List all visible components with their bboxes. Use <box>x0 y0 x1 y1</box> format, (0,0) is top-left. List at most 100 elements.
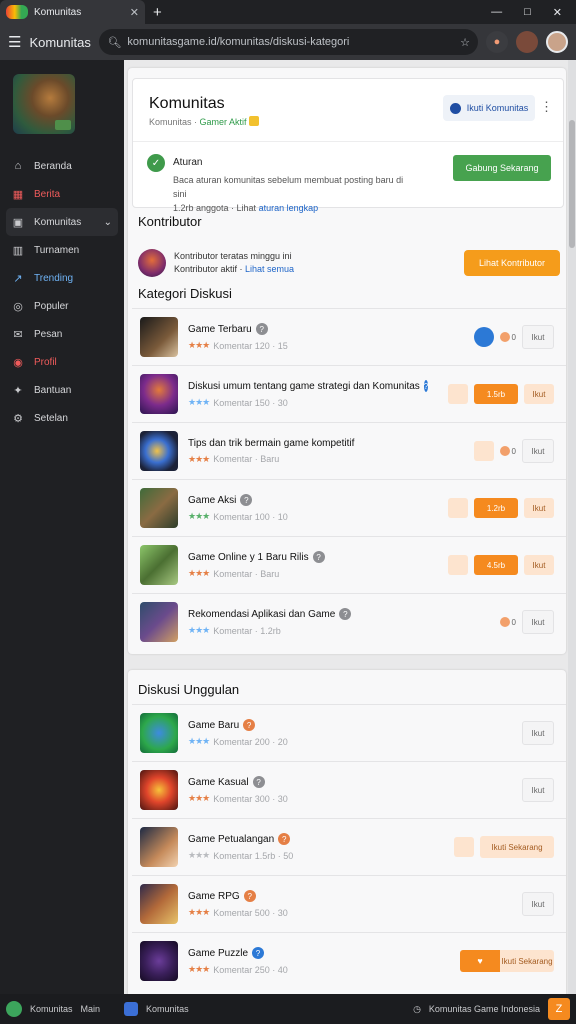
notification-icon[interactable]: ● <box>486 31 508 53</box>
profile-game-icon[interactable] <box>516 31 538 53</box>
bookmark-icon[interactable] <box>448 384 468 404</box>
minimize-icon[interactable]: — <box>491 6 502 19</box>
list-item[interactable]: Game Terbaru? ★★★ Komentar 120 · 15 0 Ikut <box>132 308 566 365</box>
list-item[interactable]: Game Puzzle? ★★★ Komentar 250 · 40 ♥ Ikuti S… <box>132 932 566 989</box>
contributor-avatar[interactable] <box>138 249 166 277</box>
game-thumbnail[interactable] <box>140 827 178 867</box>
notification-button[interactable]: Z <box>548 998 570 1020</box>
address-bar[interactable]: 🔍︎ komunitasgame.id/komunitas/diskusi-ka… <box>99 29 478 55</box>
list-item[interactable]: Tips dan trik bermain game kompetitif ★★★… <box>132 422 566 479</box>
info-badge-icon: ? <box>339 608 352 620</box>
join-button[interactable]: Ikut <box>522 721 554 745</box>
taskbar-second-label[interactable]: Komunitas <box>146 1004 189 1014</box>
bookmark-icon[interactable] <box>454 837 474 857</box>
browser-tab[interactable]: Komunitas ✕ <box>0 0 145 24</box>
follow-button[interactable]: Ikuti Komunitas <box>443 95 535 121</box>
list-item-title[interactable]: Diskusi umum tentang game strategi dan K… <box>188 380 429 392</box>
contributors-line-prefix: Kontributor aktif · <box>174 264 246 274</box>
sidebar-item-settings[interactable]: ⚙ Setelan <box>6 404 118 432</box>
taskbar: Komunitas Main Komunitas ◷ Komunitas Gam… <box>0 994 576 1024</box>
list-item-title[interactable]: Game Puzzle? <box>188 947 418 959</box>
game-thumbnail[interactable] <box>140 374 178 414</box>
bookmark-icon[interactable] <box>474 612 494 632</box>
game-thumbnail[interactable] <box>140 545 178 585</box>
join-button[interactable]: Ikut <box>524 555 554 575</box>
join-button[interactable]: Ikut <box>524 498 554 518</box>
bookmark-icon[interactable] <box>448 498 468 518</box>
new-tab-button[interactable]: + <box>153 4 162 21</box>
game-thumbnail[interactable] <box>140 317 178 357</box>
sidebar-item-help[interactable]: ✦ Bantuan <box>6 376 118 404</box>
community-thumbnail[interactable] <box>13 74 75 134</box>
list-item-title[interactable]: Game Petualangan? <box>188 833 418 845</box>
taskbar-app-label[interactable]: Komunitas <box>30 1004 73 1014</box>
notice-label: Aturan <box>173 157 203 168</box>
scrollbar-track[interactable] <box>568 60 576 994</box>
list-item[interactable]: Diskusi umum tentang game strategi dan K… <box>132 365 566 422</box>
view-contributors-button[interactable]: Lihat Kontributor <box>464 250 560 276</box>
game-thumbnail[interactable] <box>140 884 178 924</box>
join-button[interactable]: Gabung Sekarang <box>453 155 551 181</box>
list-item-title[interactable]: Game Baru? <box>188 719 418 731</box>
game-thumbnail[interactable] <box>140 602 178 642</box>
join-button[interactable]: Ikut <box>522 439 554 463</box>
sidebar-item-messages[interactable]: ✉ Pesan <box>6 320 118 348</box>
second-app-icon[interactable] <box>124 1002 139 1016</box>
trophy-icon: ▥ <box>12 244 24 257</box>
list-item-title[interactable]: Game Online y 1 Baru Rilis? <box>188 551 418 563</box>
list-item[interactable]: Game Petualangan? ★★★ Komentar 1.5rb · 50 I… <box>132 818 566 875</box>
sidebar-item-community[interactable]: ▣ Komunitas ⌄ <box>6 208 118 236</box>
game-thumbnail[interactable] <box>140 941 178 981</box>
main-content: Komunitas Komunitas · Gamer Aktif Ikuti … <box>124 60 576 994</box>
sidebar-item-home[interactable]: ⌂ Beranda <box>6 152 118 180</box>
contributors-link[interactable]: Lihat semua <box>245 264 294 274</box>
list-item[interactable]: Game RPG? ★★★ Komentar 500 · 30 Ikut <box>132 875 566 932</box>
bookmark-icon[interactable] <box>473 441 494 461</box>
more-options-icon[interactable]: ⋮ <box>540 99 553 115</box>
sidebar-item-popular[interactable]: ◎ Populer <box>6 292 118 320</box>
list-item-title[interactable]: Game Kasual? <box>188 776 418 788</box>
list-item[interactable]: Game Aksi? ★★★ Komentar 100 · 10 1.2rb Ikut <box>132 479 566 536</box>
join-button[interactable]: Ikut <box>522 892 554 916</box>
list-item-meta: ★★★ Komentar 100 · 10 <box>188 511 418 522</box>
list-item[interactable]: Game Kasual? ★★★ Komentar 300 · 30 Ikut <box>132 761 566 818</box>
list-item[interactable]: Rekomendasi Aplikasi dan Game? ★★★ Komenta… <box>132 593 566 650</box>
close-window-icon[interactable]: ✕ <box>553 6 562 19</box>
share-icon[interactable] <box>473 327 494 347</box>
follow-combo-button[interactable]: ♥ Ikuti Sekarang <box>460 950 554 972</box>
scrollbar-thumb[interactable] <box>569 120 575 248</box>
bookmark-star-icon[interactable]: ☆ <box>460 36 470 49</box>
join-button[interactable]: Ikuti Sekarang <box>500 950 554 972</box>
sidebar-item-news[interactable]: ▦ Berita <box>6 180 118 208</box>
sidebar-item-trending[interactable]: ↗ Trending <box>6 264 118 292</box>
game-thumbnail[interactable] <box>140 488 178 528</box>
rules-link[interactable]: aturan lengkap <box>259 203 319 213</box>
list-item-title[interactable]: Rekomendasi Aplikasi dan Game? <box>188 608 418 620</box>
game-thumbnail[interactable] <box>140 713 178 753</box>
join-button[interactable]: Ikut <box>524 384 554 404</box>
app-icon[interactable] <box>6 1001 22 1017</box>
list-item[interactable]: Game Online y 1 Baru Rilis? ★★★ Komentar ·… <box>132 536 566 593</box>
info-badge-icon: ? <box>240 494 253 506</box>
avatar[interactable] <box>546 31 568 53</box>
list-item-title[interactable]: Game Terbaru? <box>188 323 418 335</box>
maximize-icon[interactable]: □ <box>524 6 531 19</box>
close-tab-icon[interactable]: ✕ <box>130 6 139 19</box>
bookmark-icon[interactable] <box>448 555 468 575</box>
sidebar-item-profile[interactable]: ◉ Profil <box>6 348 118 376</box>
join-button[interactable]: Ikuti Sekarang <box>480 836 554 858</box>
list-item-title[interactable]: Tips dan trik bermain game kompetitif <box>188 438 418 449</box>
menu-icon[interactable]: ☰ <box>8 33 21 51</box>
list-item-title[interactable]: Game RPG? <box>188 890 418 902</box>
list-item-meta: ★★★ Komentar 250 · 40 <box>188 964 418 975</box>
join-button[interactable]: Ikut <box>522 778 554 802</box>
info-badge-icon: ? <box>252 947 265 959</box>
list-item-meta: ★★★ Komentar 150 · 30 <box>188 397 418 408</box>
list-item[interactable]: Game Baru? ★★★ Komentar 200 · 20 Ikut <box>132 704 566 761</box>
join-button[interactable]: Ikut <box>522 325 554 349</box>
game-thumbnail[interactable] <box>140 770 178 810</box>
sidebar-item-tournament[interactable]: ▥ Turnamen <box>6 236 118 264</box>
game-thumbnail[interactable] <box>140 431 178 471</box>
join-button[interactable]: Ikut <box>522 610 554 634</box>
list-item-title[interactable]: Game Aksi? <box>188 494 418 506</box>
